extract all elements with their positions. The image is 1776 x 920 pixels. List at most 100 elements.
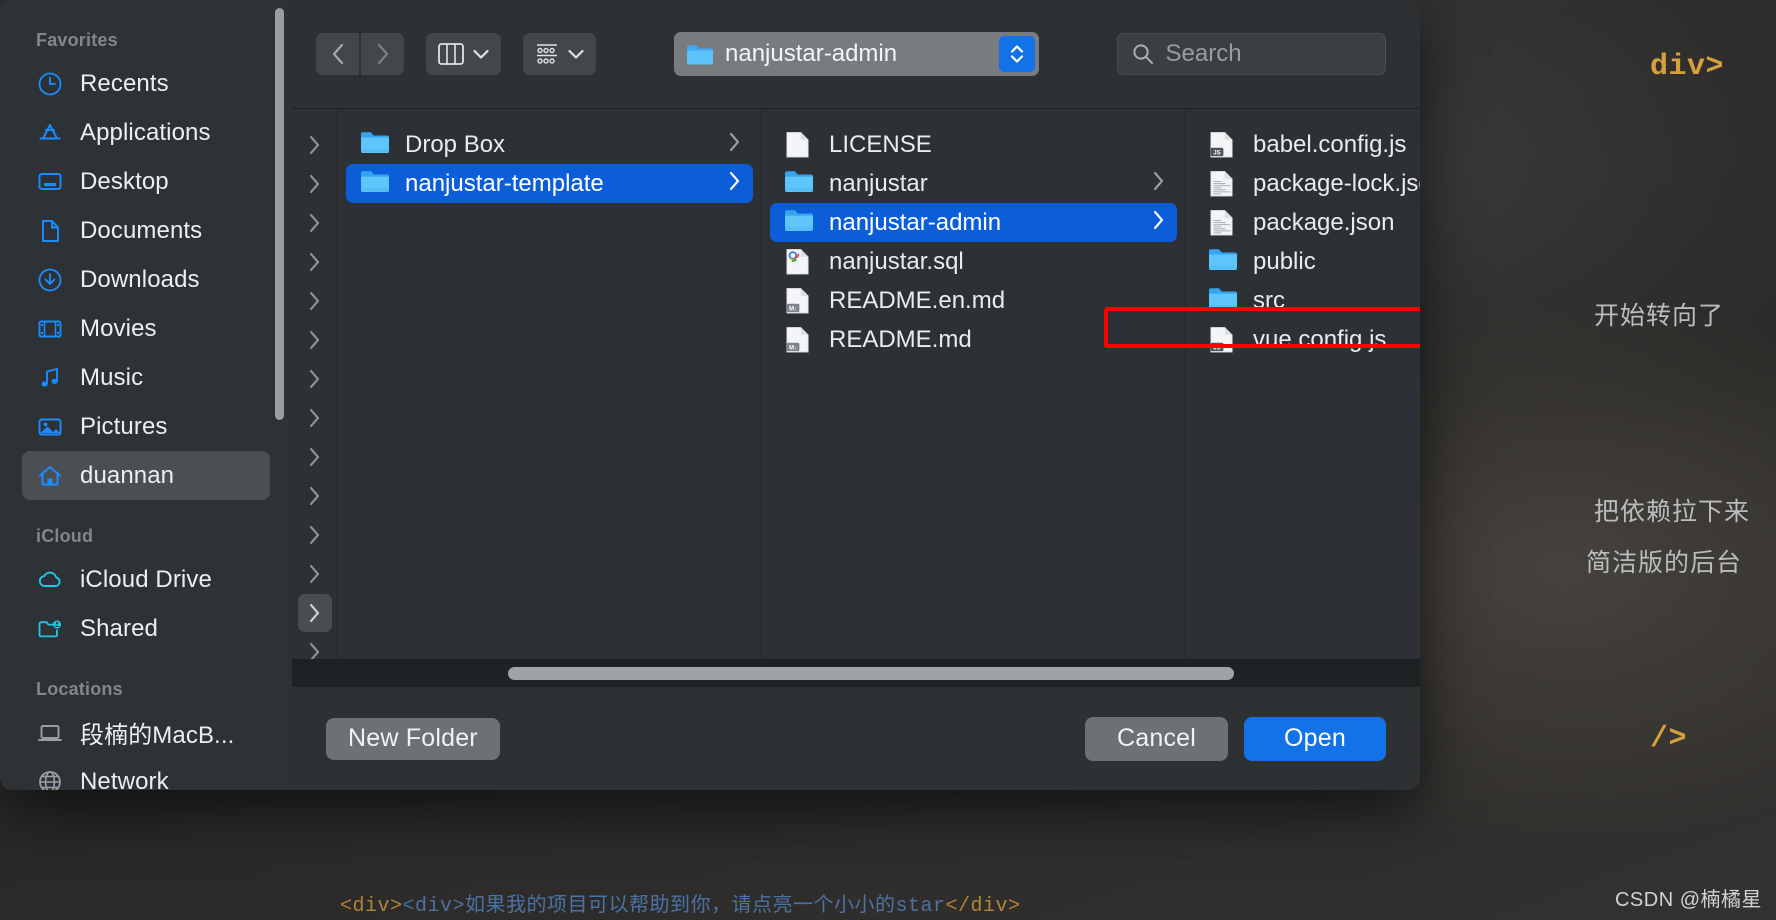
file-row[interactable]: public (1194, 242, 1420, 281)
group-by-button[interactable] (523, 33, 596, 75)
sidebar-item-documents[interactable]: Documents (22, 206, 270, 255)
disclosure-chevron-right-icon[interactable] (728, 171, 741, 197)
file-row[interactable]: JS vue.config.js (1194, 320, 1420, 359)
column-chevron-row[interactable] (292, 554, 337, 593)
column-chevron-row[interactable] (292, 515, 337, 554)
cancel-button[interactable]: Cancel (1085, 716, 1229, 761)
chevron-left-icon (332, 43, 343, 65)
desktop-icon (36, 168, 63, 195)
sidebar-item-icloud-drive[interactable]: iCloud Drive (22, 555, 270, 604)
file-row[interactable]: package-lock.json (1194, 164, 1420, 203)
applications-icon (36, 119, 63, 146)
new-folder-button[interactable]: New Folder (326, 717, 500, 760)
file-row[interactable]: M↓ README.md (770, 320, 1177, 359)
shared-folder-icon (38, 620, 61, 637)
background-bottom-code-text: <div>如果我的项目可以帮助到你，请点亮一个小小的star (402, 895, 946, 918)
file-name: nanjustar (829, 169, 928, 197)
sidebar-item-duannan[interactable]: duannan (22, 451, 270, 500)
disclosure-chevron-right-icon[interactable] (728, 132, 741, 158)
column-chevron-row[interactable] (292, 593, 337, 632)
column-chevron-row[interactable] (292, 164, 337, 203)
column-chevron-row[interactable] (292, 437, 337, 476)
sidebar-item-macb[interactable]: 段楠的MacB... (22, 708, 270, 757)
file-js-icon: JS (1208, 325, 1238, 355)
sidebar-item-downloads[interactable]: Downloads (22, 255, 270, 304)
file-row[interactable]: JS babel.config.js (1194, 125, 1420, 164)
file-row[interactable]: nanjustar.sql (770, 242, 1177, 281)
sidebar-item-label: Desktop (80, 167, 169, 195)
sidebar-item-label: Downloads (80, 265, 200, 293)
file-name: README.md (829, 325, 972, 353)
back-button[interactable] (316, 33, 359, 75)
file-plain-icon (786, 131, 809, 157)
disclosure-chevron-right-icon[interactable] (1152, 210, 1165, 236)
sidebar-item-desktop[interactable]: Desktop (22, 157, 270, 206)
chevron-right-icon (309, 330, 320, 349)
sidebar-item-music[interactable]: Music (22, 353, 270, 402)
forward-button[interactable] (361, 33, 404, 75)
chevron-right-icon (1153, 171, 1164, 190)
chevron-right-icon (309, 447, 320, 466)
dialog-main-pane: nanjustar-admin Search Drop Box nanjusta… (292, 0, 1420, 790)
column-browser: Drop Box nanjustar-template LICENSE nanjus… (292, 108, 1420, 659)
path-stepper[interactable] (998, 36, 1035, 72)
sidebar-item-label: Network (80, 767, 169, 791)
laptop-icon (37, 724, 62, 741)
path-popup-button[interactable]: nanjustar-admin (674, 32, 1039, 76)
file-row[interactable]: nanjustar-template (346, 164, 753, 203)
file-row[interactable]: Drop Box (346, 125, 753, 164)
open-button[interactable]: Open (1244, 716, 1386, 761)
file-name: README.en.md (829, 286, 1006, 314)
file-row[interactable]: package.json (1194, 203, 1420, 242)
folder-icon (1209, 287, 1237, 309)
nav-segment (316, 33, 404, 75)
sidebar-item-shared[interactable]: Shared (22, 604, 270, 653)
column-chevron-strip (292, 109, 338, 659)
sidebar-item-label: iCloud Drive (80, 565, 212, 593)
file-name: package-lock.json (1253, 169, 1420, 197)
sidebar-item-network[interactable]: Network (22, 757, 270, 790)
file-row[interactable]: M↓ README.en.md (770, 281, 1177, 320)
sidebar-item-applications[interactable]: Applications (22, 108, 270, 157)
column-view-icon (438, 43, 464, 65)
column-chevron-row[interactable] (292, 242, 337, 281)
chevron-right-icon (309, 408, 320, 427)
background-note-text: 把依赖拉下来 (1594, 498, 1751, 526)
folder-icon (784, 169, 814, 199)
file-row[interactable]: LICENSE (770, 125, 1177, 164)
chevron-right-icon (309, 603, 320, 622)
horizontal-scrollbar[interactable] (292, 659, 1420, 687)
chevron-pill[interactable] (297, 593, 332, 632)
horizontal-scrollbar-thumb[interactable] (508, 666, 1234, 680)
file-json-icon (1210, 170, 1233, 196)
file-js-icon: JS (1210, 131, 1233, 157)
file-name: src (1253, 286, 1285, 314)
sidebar-item-pictures[interactable]: Pictures (22, 402, 270, 451)
column-chevron-row[interactable] (292, 320, 337, 359)
chevron-down-icon (473, 49, 489, 59)
column-chevron-row[interactable] (292, 632, 337, 659)
column-chevron-row[interactable] (292, 359, 337, 398)
file-row[interactable]: nanjustar (770, 164, 1177, 203)
column-chevron-row[interactable] (292, 125, 337, 164)
sidebar-item-recents[interactable]: Recents (22, 59, 270, 108)
svg-text:JS: JS (1213, 344, 1221, 351)
column-chevron-row[interactable] (292, 203, 337, 242)
document-icon (36, 217, 63, 244)
column-chevron-row[interactable] (292, 398, 337, 437)
column-chevron-row[interactable] (292, 281, 337, 320)
sidebar-item-movies[interactable]: Movies (22, 304, 270, 353)
search-field[interactable]: Search (1116, 33, 1386, 75)
file-markdown-icon: M↓ (786, 287, 809, 313)
column-chevron-row[interactable] (292, 476, 337, 515)
sidebar-item-label: 段楠的MacB... (80, 722, 235, 749)
view-mode-button[interactable] (426, 33, 501, 75)
disclosure-chevron-right-icon[interactable] (1152, 171, 1165, 197)
file-row[interactable]: src (1194, 281, 1420, 320)
sidebar-scrollbar[interactable] (275, 8, 284, 420)
background-code-snippet: div> (1650, 50, 1725, 84)
file-row[interactable]: nanjustar-admin (770, 203, 1177, 242)
cloud-icon (36, 566, 63, 593)
home-icon (38, 465, 61, 485)
chevron-right-icon (309, 564, 320, 583)
